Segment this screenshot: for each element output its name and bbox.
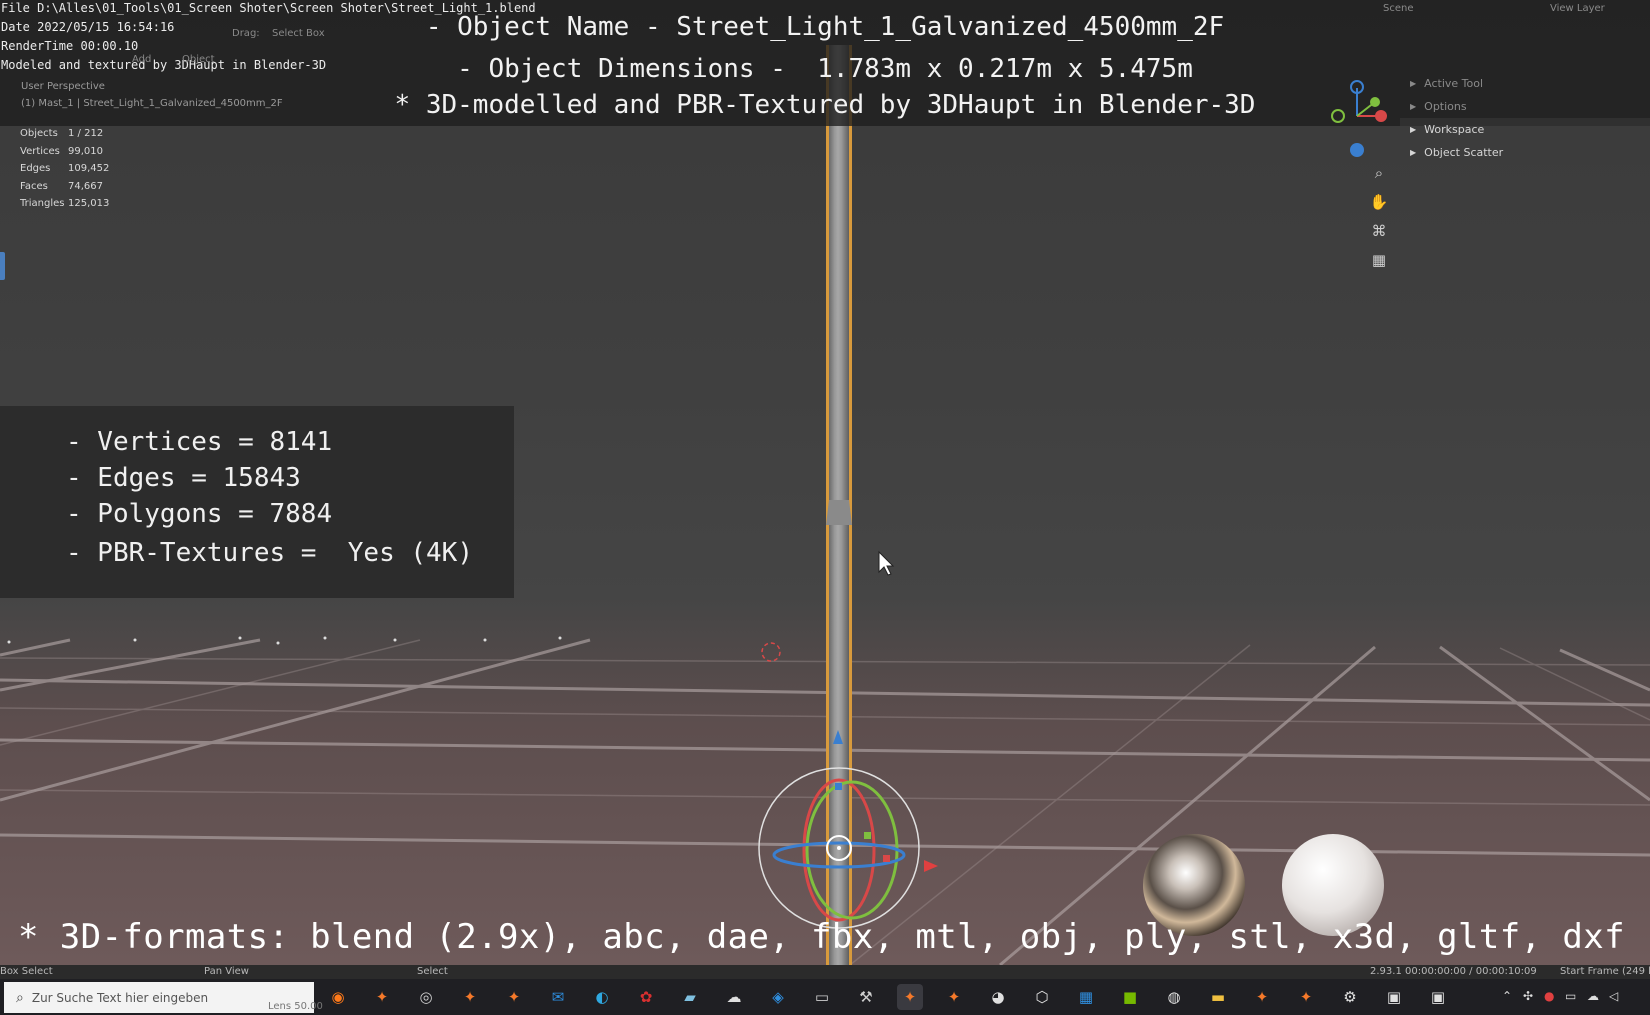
status-box-select: Box Select — [0, 966, 53, 977]
blender-icon[interactable]: ✦ — [457, 984, 483, 1010]
properties-panel: ▶ Active Tool ▶ Options ▶ Workspace ▶ Object… — [1400, 72, 1650, 164]
stat-vertices: Vertices 99,010 — [20, 145, 103, 157]
windows-taskbar: ⌕ Zur Suche Text hier eingeben Lens 50.0… — [0, 979, 1650, 1015]
calendar-icon[interactable]: ▦ — [1073, 984, 1099, 1010]
firefox-icon[interactable]: ◉ — [325, 984, 351, 1010]
settings-gear-icon[interactable]: ⚙ — [1337, 984, 1363, 1010]
tray-chevron-icon[interactable]: ⌃ — [1502, 989, 1512, 1003]
tray-volume-icon[interactable]: ◁ — [1609, 989, 1618, 1003]
zoom-icon[interactable]: ⌕ — [1367, 161, 1391, 185]
tray-app-icon[interactable]: ● — [1544, 989, 1554, 1003]
window-app-icon[interactable]: ▣ — [1381, 984, 1407, 1010]
blender-icon[interactable]: ✦ — [501, 984, 527, 1010]
tray-network-icon[interactable]: ✣ — [1523, 989, 1533, 1003]
app-icon[interactable]: ✿ — [633, 984, 659, 1010]
mesh-stats-overlay: - Vertices = 8141 - Edges = 15843 - Poly… — [0, 406, 514, 598]
obs-icon[interactable]: ◎ — [413, 984, 439, 1010]
tray-cloud-icon[interactable]: ☁ — [1587, 989, 1599, 1003]
search-icon: ⌕ — [16, 989, 24, 1006]
grid-view-icon[interactable]: ▦ — [1367, 248, 1391, 272]
lens-readout: Lens 50.00 — [268, 1001, 323, 1012]
status-version-time: 2.93.1 00:00:00:00 / 00:00:10:09 — [1370, 966, 1537, 977]
tool-app-icon[interactable]: ⚒ — [853, 984, 879, 1010]
window-app-icon[interactable]: ▣ — [1425, 984, 1451, 1010]
active-collection-label: (1) Mast_1 | Street_Light_1_Galvanized_4… — [21, 98, 283, 109]
add-menu[interactable]: Add — [132, 54, 151, 65]
navigation-gizmo[interactable] — [1325, 78, 1389, 160]
blender-icon[interactable]: ✦ — [1293, 984, 1319, 1010]
blender-active-icon[interactable]: ✦ — [897, 984, 923, 1010]
edges-line: - Edges = 15843 — [66, 463, 301, 493]
blender-icon[interactable]: ✦ — [941, 984, 967, 1010]
panel-active-tool[interactable]: ▶ Active Tool — [1400, 72, 1650, 95]
chat-app-icon[interactable]: ◈ — [765, 984, 791, 1010]
panel-object-scatter[interactable]: ▶ Object Scatter — [1400, 141, 1650, 164]
expand-arrow-icon: ▶ — [1410, 79, 1417, 88]
mail-icon[interactable]: ✉ — [545, 984, 571, 1010]
record-app-icon[interactable]: ◍ — [1161, 984, 1187, 1010]
select-mode-dropdown[interactable]: Select Box — [272, 28, 325, 39]
drag-label: Drag: — [232, 28, 260, 39]
expand-arrow-icon: ▶ — [1410, 125, 1417, 134]
camera-view-icon[interactable]: ⌘ — [1367, 219, 1391, 243]
status-start-frame: Start Frame (249 le — [1560, 966, 1650, 977]
stat-triangles: Triangles 125,013 — [20, 198, 110, 210]
pbr-textures-line: - PBR-Textures = Yes (4K) — [66, 538, 473, 568]
formats-caption: * 3D-formats: blend (2.9x), abc, dae, fb… — [18, 917, 1625, 957]
status-pan-view: Pan View — [204, 966, 249, 977]
view-layer-selector[interactable]: View Layer — [1550, 3, 1605, 14]
pan-hand-icon[interactable]: ✋ — [1367, 190, 1391, 214]
view-perspective-label: User Perspective — [21, 81, 105, 92]
edge-browser-icon[interactable]: ◐ — [589, 984, 615, 1010]
blender-icon[interactable]: ✦ — [1249, 984, 1275, 1010]
panel-options[interactable]: ▶ Options — [1400, 95, 1650, 118]
active-tool-indicator[interactable] — [0, 252, 5, 280]
nvidia-icon[interactable]: ■ — [1117, 984, 1143, 1010]
stat-edges: Edges 109,452 — [20, 163, 110, 175]
vertices-line: - Vertices = 8141 — [66, 427, 333, 457]
status-select: Select — [417, 966, 448, 977]
object-menu[interactable]: Object — [182, 54, 215, 65]
polygons-line: - Polygons = 7884 — [66, 499, 333, 529]
tray-battery-icon[interactable]: ▭ — [1565, 989, 1576, 1003]
stat-objects: Objects 1 / 212 — [20, 128, 104, 140]
blender-icon[interactable]: ✦ — [369, 984, 395, 1010]
scene-statistics: Objects 1 / 212 Vertices 99,010 Edges 109,4… — [20, 125, 109, 213]
left-toolbar[interactable] — [0, 240, 6, 400]
scene-selector[interactable]: Scene — [1383, 3, 1414, 14]
status-bar: Box Select Pan View Select 2.93.1 00:00:… — [0, 965, 1650, 979]
expand-arrow-icon: ▶ — [1410, 148, 1417, 157]
cube-app-icon[interactable]: ⬡ — [1029, 984, 1055, 1010]
file-explorer-icon[interactable]: ▬ — [1205, 984, 1231, 1010]
terminal-icon[interactable]: ▭ — [809, 984, 835, 1010]
panda-app-icon[interactable]: ◕ — [985, 984, 1011, 1010]
panel-workspace[interactable]: ▶ Workspace — [1400, 118, 1650, 141]
notes-icon[interactable]: ▰ — [677, 984, 703, 1010]
search-placeholder: Zur Suche Text hier eingeben — [31, 990, 209, 1005]
stat-faces: Faces 74,667 — [20, 180, 103, 192]
expand-arrow-icon: ▶ — [1410, 102, 1417, 111]
cloud-app-icon[interactable]: ☁ — [721, 984, 747, 1010]
